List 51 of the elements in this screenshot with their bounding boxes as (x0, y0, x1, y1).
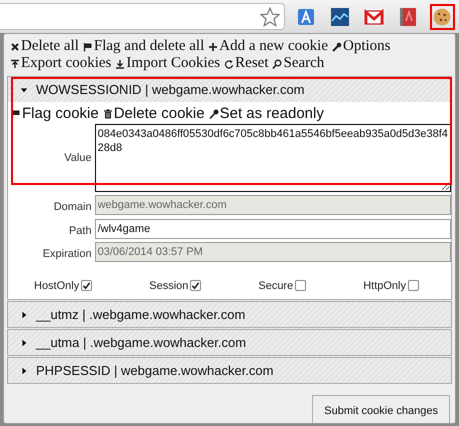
field-label: Domain (52, 200, 92, 215)
menu-link[interactable]: Export cookies (10, 55, 112, 72)
wrench-icon (332, 42, 342, 52)
caret-right-icon (20, 338, 28, 346)
star-icon (260, 6, 280, 26)
menu-link[interactable]: Search (272, 55, 324, 72)
close-icon (10, 42, 20, 52)
field-label: Value (63, 151, 92, 166)
action-link[interactable]: Set as readonly (208, 105, 324, 122)
action-link[interactable]: Flag cookie (11, 105, 99, 122)
extension-button[interactable] (430, 4, 455, 30)
field-label: Expiration (42, 247, 92, 262)
reset-icon (224, 58, 234, 68)
value-textarea[interactable]: 084e0343a0486ff05530df6c705c8bb461a5546bf5eeab935a0d5d3e38f428d8 (94, 124, 451, 192)
flag-icon (82, 42, 93, 52)
cookie-header[interactable]: PHPSESSID | webgame.wowhacker.com (8, 358, 451, 383)
import-icon (115, 58, 126, 68)
caret-right-icon (20, 310, 28, 318)
input-field[interactable]: /wlv4game (94, 218, 451, 238)
checkbox[interactable] (408, 280, 419, 292)
checkbox[interactable] (81, 280, 92, 292)
export-icon (10, 58, 20, 68)
field-label: Path (68, 224, 92, 238)
menu-link[interactable]: Reset (224, 55, 268, 72)
key-icon (208, 108, 219, 118)
cookie-icon (432, 6, 452, 26)
checkbox[interactable] (190, 280, 202, 292)
cookie-header[interactable]: __utma | .webgame.wowhacker.com (8, 330, 451, 355)
plus-icon (208, 42, 218, 52)
menu-link[interactable]: Options (332, 38, 391, 55)
checkbox-label: Session (149, 278, 188, 294)
menu-link[interactable]: Import Cookies (115, 55, 220, 72)
caret-right-icon (20, 366, 28, 374)
translate-icon (296, 6, 316, 26)
menu-link[interactable]: Delete all (10, 38, 79, 55)
chart-icon (330, 6, 350, 26)
cookie-header[interactable]: WOWSESSIONID | webgame.wowhacker.com (8, 77, 451, 102)
action-link[interactable]: Delete cookie (102, 105, 205, 122)
checkbox-label: HttpOnly (363, 278, 406, 294)
book-icon (398, 6, 418, 26)
checkbox[interactable] (295, 280, 306, 292)
checkbox-label: HostOnly (34, 278, 80, 294)
menu-link[interactable]: Flag and delete all (82, 38, 204, 55)
trash-icon (102, 108, 113, 118)
mail-icon (364, 6, 384, 26)
menu-link[interactable]: Add a new cookie (208, 38, 328, 55)
checkbox-label: Secure (258, 278, 294, 294)
cookie-header[interactable]: __utmz | .webgame.wowhacker.com (8, 302, 451, 327)
caret-down-icon (20, 86, 28, 94)
search-icon (272, 58, 282, 68)
submit-button[interactable]: Submit cookie changes (312, 394, 450, 423)
